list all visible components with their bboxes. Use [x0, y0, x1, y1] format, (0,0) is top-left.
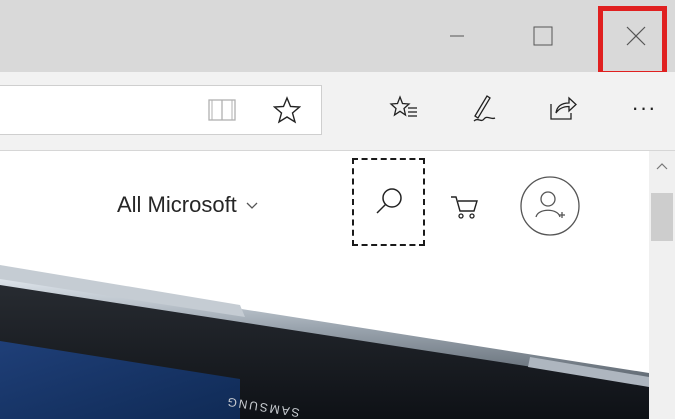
scrollbar-thumb[interactable]	[651, 193, 673, 241]
all-microsoft-menu[interactable]: All Microsoft	[117, 190, 259, 220]
reading-view-icon	[208, 99, 236, 121]
hero-image: SAMSUNG	[0, 261, 649, 419]
account-button[interactable]	[519, 175, 581, 237]
chevron-up-icon	[656, 163, 668, 170]
web-note-button[interactable]	[465, 88, 505, 128]
account-add-icon	[520, 176, 580, 236]
share-icon	[550, 96, 577, 120]
page-content: All Microsoft SAMSUNG	[0, 151, 649, 419]
share-button[interactable]	[543, 88, 583, 128]
address-bar[interactable]	[0, 85, 322, 135]
all-microsoft-label: All Microsoft	[117, 192, 237, 217]
add-favorite-button[interactable]	[267, 90, 307, 130]
search-button[interactable]	[352, 158, 425, 246]
favorites-list-icon	[389, 95, 417, 117]
title-bar	[0, 0, 675, 76]
star-icon	[273, 96, 301, 124]
close-icon	[626, 26, 646, 46]
browser-toolbar: ···	[0, 72, 675, 151]
reading-view-button[interactable]	[202, 90, 242, 130]
maximize-icon	[533, 26, 553, 46]
chevron-down-icon	[246, 202, 258, 209]
minimize-button[interactable]	[426, 0, 488, 72]
maximize-button[interactable]	[512, 0, 574, 72]
favorites-hub-button[interactable]	[384, 88, 424, 128]
minimize-icon	[450, 35, 464, 37]
more-button[interactable]: ···	[618, 88, 670, 128]
vertical-scrollbar[interactable]	[649, 151, 675, 419]
close-button[interactable]	[601, 0, 671, 72]
cart-button[interactable]	[446, 189, 482, 225]
search-icon	[375, 188, 402, 214]
scroll-up-button[interactable]	[653, 157, 671, 175]
cart-icon	[451, 196, 478, 219]
pen-icon	[473, 95, 496, 122]
